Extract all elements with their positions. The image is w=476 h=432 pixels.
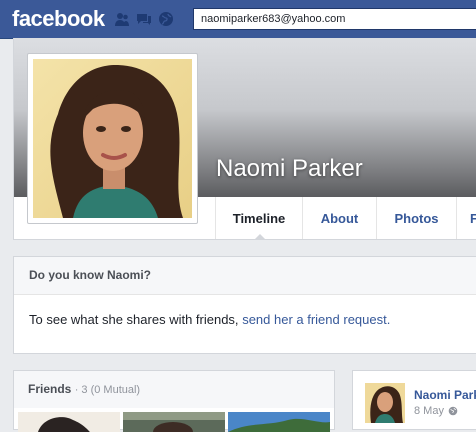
profile-name[interactable]: Naomi Parker bbox=[216, 155, 363, 183]
profile-picture[interactable] bbox=[27, 53, 198, 224]
friend-thumbnail[interactable] bbox=[228, 412, 330, 432]
post-date: 8 May bbox=[414, 405, 458, 417]
tab-about[interactable]: About bbox=[302, 197, 376, 239]
facebook-logo[interactable]: facebook bbox=[12, 6, 105, 32]
friend-thumbnail[interactable] bbox=[18, 412, 120, 432]
do-you-know-box: Do you know Naomi? To see what she share… bbox=[13, 256, 476, 354]
messages-icon[interactable] bbox=[136, 11, 152, 27]
friend-requests-icon[interactable] bbox=[114, 11, 130, 27]
notifications-globe-icon[interactable] bbox=[158, 11, 174, 27]
friends-heading: Friends · 3 (0 Mutual) bbox=[14, 371, 334, 408]
post-author-avatar[interactable] bbox=[365, 383, 405, 423]
friend-thumbnail[interactable] bbox=[123, 412, 225, 432]
search-input[interactable]: naomiparker683@yahoo.com bbox=[193, 8, 476, 30]
do-you-know-text: To see what she shares with friends, sen… bbox=[14, 295, 476, 327]
post-author-name[interactable]: Naomi Park bbox=[414, 388, 476, 402]
post-date-text[interactable]: 8 May bbox=[414, 405, 444, 417]
jewel-icons bbox=[114, 11, 174, 27]
send-friend-request-link[interactable]: send her a friend request. bbox=[242, 312, 390, 327]
friends-box: Friends · 3 (0 Mutual) bbox=[13, 370, 335, 432]
tab-photos[interactable]: Photos bbox=[376, 197, 456, 239]
top-bar: facebook naomiparker683@yahoo.com bbox=[0, 0, 476, 39]
do-you-know-heading: Do you know Naomi? bbox=[14, 257, 476, 295]
tab-timeline[interactable]: Timeline bbox=[215, 197, 302, 240]
profile-photo-image bbox=[33, 59, 192, 218]
friends-thumbnails bbox=[18, 412, 330, 432]
do-you-know-message: To see what she shares with friends, bbox=[29, 312, 239, 327]
friends-title[interactable]: Friends bbox=[28, 382, 71, 396]
profile-tabs: Timeline About Photos F bbox=[215, 197, 476, 240]
friends-count: · 3 (0 Mutual) bbox=[74, 384, 141, 396]
timeline-post: Naomi Park 8 May bbox=[352, 370, 476, 430]
tab-friends[interactable]: F bbox=[456, 197, 476, 239]
globe-icon[interactable] bbox=[448, 406, 458, 416]
